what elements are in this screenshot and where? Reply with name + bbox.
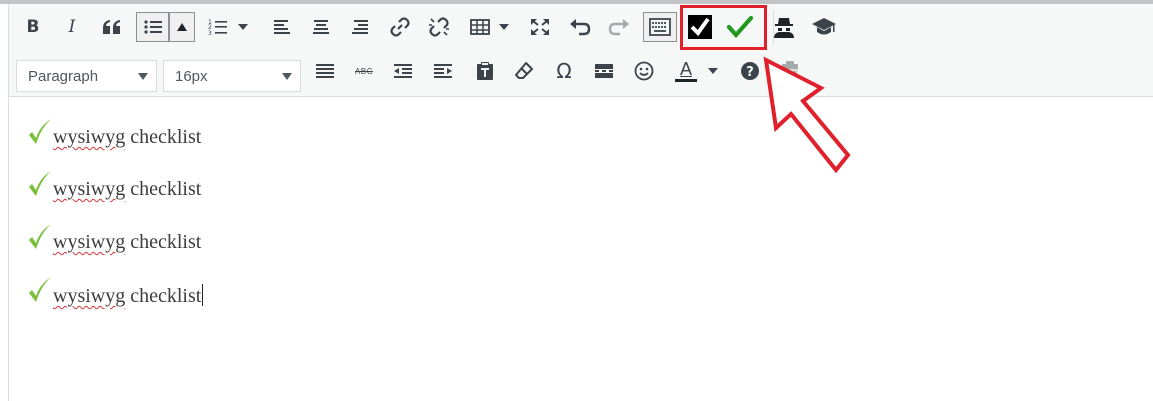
paste-icon <box>782 61 798 81</box>
text-color-swatch <box>675 79 697 82</box>
checklist-text: wysiwyg checklist <box>53 178 201 201</box>
editor-toolbar: B I 123 Paragraph 16px ABC Ω A ? <box>9 4 1153 97</box>
text-color-dropdown[interactable] <box>703 56 723 86</box>
remove-link-button[interactable] <box>424 12 454 42</box>
undo-button[interactable] <box>565 12 595 42</box>
table-icon <box>470 19 490 35</box>
green-checkmark-icon <box>727 15 753 39</box>
misspelled-word[interactable]: wysiwyg <box>53 178 125 200</box>
checklist-text: wysiwyg checklist <box>53 126 201 149</box>
align-left-icon <box>274 20 290 34</box>
svg-text:3: 3 <box>208 30 212 36</box>
table-dropdown[interactable] <box>494 12 514 42</box>
clipboard-icon <box>477 62 493 80</box>
checklist-text-rest: checklist <box>125 126 202 148</box>
checklist-text-rest: checklist <box>125 178 202 200</box>
outdent-icon <box>394 64 412 78</box>
paste-word-button[interactable] <box>775 56 805 86</box>
justify-icon <box>316 64 334 78</box>
clear-formatting-button[interactable] <box>509 56 539 86</box>
align-right-button[interactable] <box>345 12 375 42</box>
numbered-list-icon: 123 <box>208 19 227 36</box>
numbered-list-button[interactable]: 123 <box>203 12 233 42</box>
strikethrough-button[interactable]: ABC <box>349 56 379 86</box>
outdent-button[interactable] <box>388 56 418 86</box>
misspelled-word[interactable]: wysiwyg <box>53 126 125 148</box>
font-size-select[interactable]: 16px <box>163 60 301 92</box>
text-cursor <box>202 284 204 306</box>
undo-icon <box>570 19 591 36</box>
align-center-icon <box>313 20 329 34</box>
checklist-text: wysiwyg checklist <box>53 284 204 308</box>
checkmark-button[interactable] <box>725 12 755 42</box>
indent-button[interactable] <box>428 56 458 86</box>
tutorial-button[interactable] <box>809 12 839 42</box>
help-button[interactable]: ? <box>735 56 765 86</box>
chevron-down-icon <box>282 73 292 80</box>
table-button[interactable] <box>465 12 495 42</box>
read-more-icon <box>595 64 613 78</box>
chevron-down-icon <box>499 24 509 30</box>
align-left-button[interactable] <box>267 12 297 42</box>
check-icon <box>29 171 51 196</box>
eraser-icon <box>515 62 533 79</box>
justify-button[interactable] <box>310 56 340 86</box>
text-color-button[interactable]: A <box>671 56 701 86</box>
check-icon <box>29 224 51 249</box>
checkbox-checked-icon <box>688 15 712 39</box>
indent-icon <box>434 64 452 78</box>
special-character-button[interactable]: Ω <box>549 56 579 86</box>
keyboard-icon <box>649 18 671 36</box>
align-center-button[interactable] <box>306 12 336 42</box>
bullet-list-dropdown[interactable] <box>169 12 195 42</box>
format-select[interactable]: Paragraph <box>16 60 157 92</box>
link-icon <box>390 17 410 37</box>
misspelled-word[interactable]: wysiwyg <box>53 231 125 253</box>
help-icon: ? <box>741 62 759 80</box>
quote-icon <box>103 20 120 34</box>
font-size-select-value: 16px <box>175 67 208 85</box>
redo-icon <box>608 19 629 36</box>
unlink-icon <box>429 17 449 37</box>
bullet-list-icon <box>143 20 162 34</box>
fullscreen-icon <box>531 19 549 35</box>
paste-text-button[interactable] <box>470 56 500 86</box>
text-color-label: A <box>679 59 692 79</box>
check-icon <box>29 119 51 144</box>
triangle-up-icon <box>177 23 187 31</box>
format-select-value: Paragraph <box>28 67 99 85</box>
numbered-list-dropdown[interactable] <box>233 12 253 42</box>
redo-button[interactable] <box>604 12 634 42</box>
checkbox-checked-button[interactable] <box>685 12 715 42</box>
insert-link-button[interactable] <box>385 12 415 42</box>
emoji-button[interactable] <box>629 56 659 86</box>
checklist-text: wysiwyg checklist <box>53 231 201 254</box>
chevron-down-icon <box>138 73 148 80</box>
bullet-list-button[interactable] <box>136 12 169 42</box>
misspelled-word[interactable]: wysiwyg <box>53 285 125 307</box>
fullscreen-button[interactable] <box>525 12 555 42</box>
blockquote-button[interactable] <box>97 12 127 42</box>
italic-button[interactable]: I <box>57 12 87 42</box>
spy-button[interactable] <box>769 12 799 42</box>
graduation-cap-icon <box>812 18 836 35</box>
toolbar-toggle-button[interactable] <box>643 12 677 42</box>
spy-icon <box>774 18 794 38</box>
chevron-down-icon <box>708 68 718 74</box>
align-right-icon <box>352 20 368 34</box>
check-icon <box>29 277 51 302</box>
smiley-icon <box>634 61 654 81</box>
insert-read-more-button[interactable] <box>589 56 619 86</box>
svg-text:?: ? <box>746 65 754 80</box>
checklist-text-rest: checklist <box>125 231 202 253</box>
chevron-down-icon <box>238 24 248 30</box>
checklist-text-rest: checklist <box>125 285 202 307</box>
bold-button[interactable]: B <box>18 12 48 42</box>
